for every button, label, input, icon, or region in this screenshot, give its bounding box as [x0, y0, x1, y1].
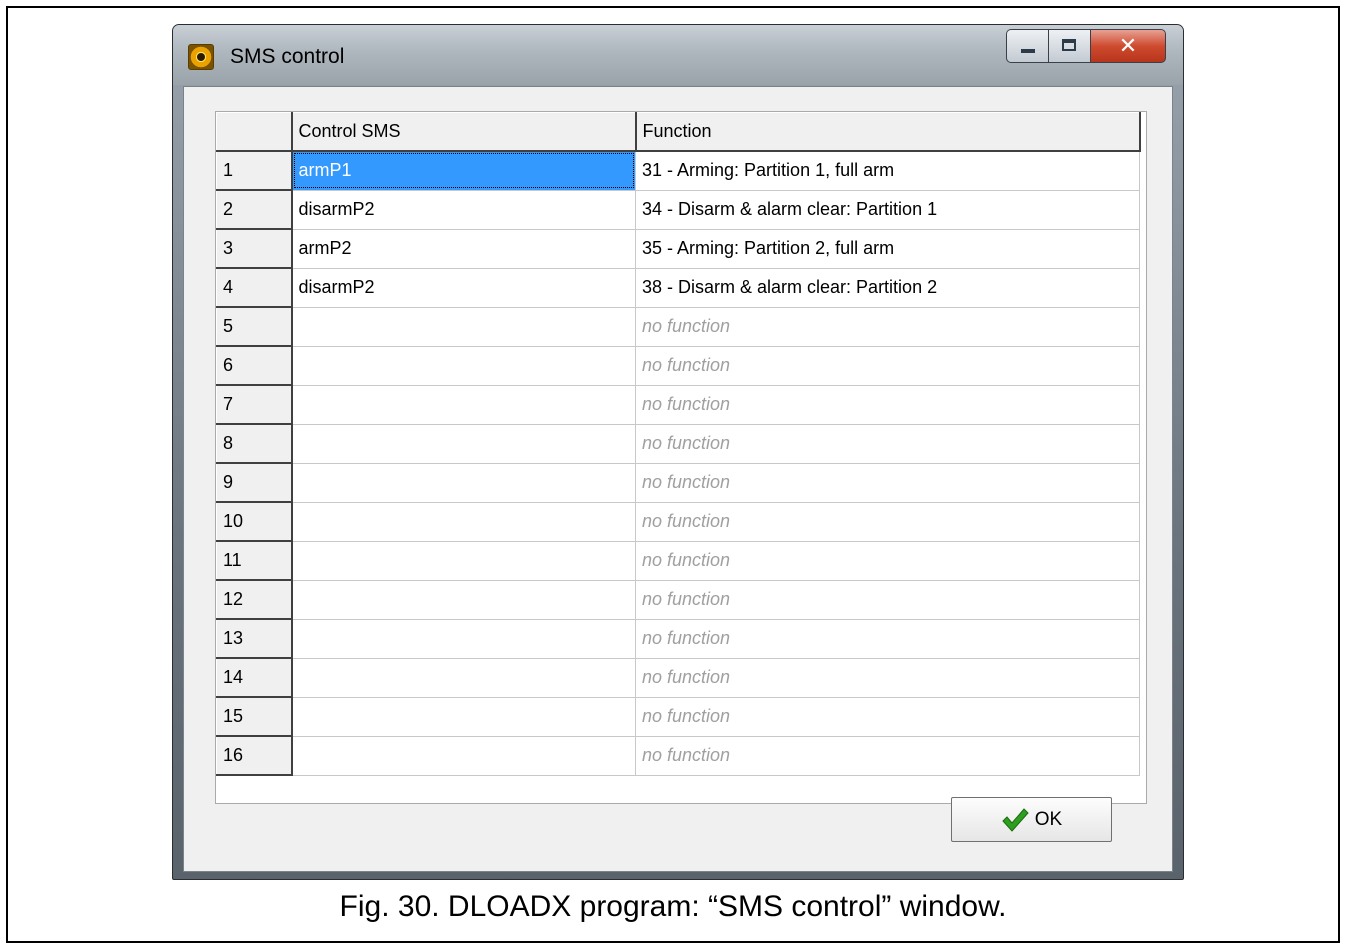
table-row[interactable]: 15 no function: [216, 696, 1140, 737]
table-row[interactable]: 9 no function: [216, 462, 1140, 503]
function-cell[interactable]: no function: [635, 540, 1140, 581]
control-sms-cell[interactable]: [291, 345, 636, 386]
table-row[interactable]: 8 no function: [216, 423, 1140, 464]
function-cell[interactable]: no function: [635, 657, 1140, 698]
maximize-button[interactable]: [1048, 29, 1090, 63]
function-cell[interactable]: no function: [635, 345, 1140, 386]
row-number: 9: [216, 462, 293, 503]
function-cell[interactable]: no function: [635, 579, 1140, 620]
control-sms-cell[interactable]: [291, 618, 636, 659]
function-cell[interactable]: 34 - Disarm & alarm clear: Partition 1: [635, 189, 1140, 230]
row-number: 6: [216, 345, 293, 386]
control-sms-cell[interactable]: [291, 579, 636, 620]
row-number: 2: [216, 189, 293, 230]
table-row[interactable]: 1 armP1 31 - Arming: Partition 1, full arm: [216, 150, 1140, 191]
function-cell[interactable]: no function: [635, 384, 1140, 425]
ok-button[interactable]: OK: [951, 797, 1112, 842]
function-cell[interactable]: 35 - Arming: Partition 2, full arm: [635, 228, 1140, 269]
figure-caption: Fig. 30. DLOADX program: “SMS control” w…: [339, 890, 1007, 923]
row-number: 3: [216, 228, 293, 269]
row-number: 7: [216, 384, 293, 425]
control-sms-cell[interactable]: armP2: [291, 228, 636, 269]
control-sms-cell[interactable]: [291, 657, 636, 698]
table-row[interactable]: 7 no function: [216, 384, 1140, 425]
table-row[interactable]: 11 no function: [216, 540, 1140, 581]
control-sms-cell[interactable]: disarmP2: [291, 267, 636, 308]
function-cell[interactable]: no function: [635, 735, 1140, 776]
sms-control-table: Control SMS Function 1 armP1 31 - Arming: …: [216, 112, 1141, 776]
close-icon: ✕: [1118, 33, 1138, 59]
control-sms-cell[interactable]: [291, 501, 636, 542]
control-sms-header[interactable]: Control SMS: [291, 112, 637, 152]
control-sms-cell[interactable]: [291, 423, 636, 464]
function-cell[interactable]: 31 - Arming: Partition 1, full arm: [635, 150, 1140, 191]
table-row[interactable]: 6 no function: [216, 345, 1140, 386]
row-number: 16: [216, 735, 293, 776]
table-row[interactable]: 5 no function: [216, 306, 1140, 347]
row-number: 14: [216, 657, 293, 698]
function-cell[interactable]: 38 - Disarm & alarm clear: Partition 2: [635, 267, 1140, 308]
control-sms-cell[interactable]: [291, 462, 636, 503]
app-icon: [188, 44, 214, 70]
maximize-icon: [1062, 39, 1076, 51]
table-row[interactable]: 13 no function: [216, 618, 1140, 659]
minimize-icon: [1021, 49, 1035, 53]
table-row[interactable]: 10 no function: [216, 501, 1140, 542]
close-button[interactable]: ✕: [1090, 29, 1166, 63]
table-row[interactable]: 14 no function: [216, 657, 1140, 698]
function-cell[interactable]: no function: [635, 501, 1140, 542]
function-cell[interactable]: no function: [635, 696, 1140, 737]
function-cell[interactable]: no function: [635, 423, 1140, 464]
table-row[interactable]: 12 no function: [216, 579, 1140, 620]
minimize-button[interactable]: [1006, 29, 1048, 63]
sms-control-window: SMS control ✕ Control SMS Function 1 arm…: [172, 24, 1184, 880]
title-bar[interactable]: SMS control ✕: [173, 25, 1183, 85]
control-sms-cell[interactable]: [291, 384, 636, 425]
row-number: 4: [216, 267, 293, 308]
row-number: 11: [216, 540, 293, 581]
function-header[interactable]: Function: [635, 112, 1141, 152]
checkmark-icon: [1002, 807, 1029, 832]
function-cell[interactable]: no function: [635, 306, 1140, 347]
row-number: 15: [216, 696, 293, 737]
table-row[interactable]: 3 armP2 35 - Arming: Partition 2, full arm: [216, 228, 1140, 269]
caption-buttons: ✕: [1006, 29, 1166, 63]
dialog-client-area: Control SMS Function 1 armP1 31 - Arming: …: [183, 86, 1173, 872]
control-sms-cell[interactable]: armP1: [291, 150, 636, 191]
function-cell[interactable]: no function: [635, 462, 1140, 503]
table-row[interactable]: 4 disarmP2 38 - Disarm & alarm clear: Part…: [216, 267, 1140, 308]
row-number: 5: [216, 306, 293, 347]
row-number-header: [216, 112, 293, 152]
control-sms-cell[interactable]: disarmP2: [291, 189, 636, 230]
sms-control-grid: Control SMS Function 1 armP1 31 - Arming: …: [215, 111, 1147, 804]
control-sms-cell[interactable]: [291, 306, 636, 347]
table-row[interactable]: 2 disarmP2 34 - Disarm & alarm clear: Part…: [216, 189, 1140, 230]
control-sms-cell[interactable]: [291, 735, 636, 776]
header-row: Control SMS Function: [216, 112, 1141, 152]
control-sms-cell[interactable]: [291, 540, 636, 581]
table-row[interactable]: 16 no function: [216, 735, 1140, 776]
row-number: 10: [216, 501, 293, 542]
function-cell[interactable]: no function: [635, 618, 1140, 659]
window-title: SMS control: [230, 45, 345, 68]
row-number: 13: [216, 618, 293, 659]
ok-button-label: OK: [1034, 808, 1063, 830]
row-number: 8: [216, 423, 293, 464]
row-number: 12: [216, 579, 293, 620]
row-number: 1: [216, 150, 293, 191]
control-sms-cell[interactable]: [291, 696, 636, 737]
